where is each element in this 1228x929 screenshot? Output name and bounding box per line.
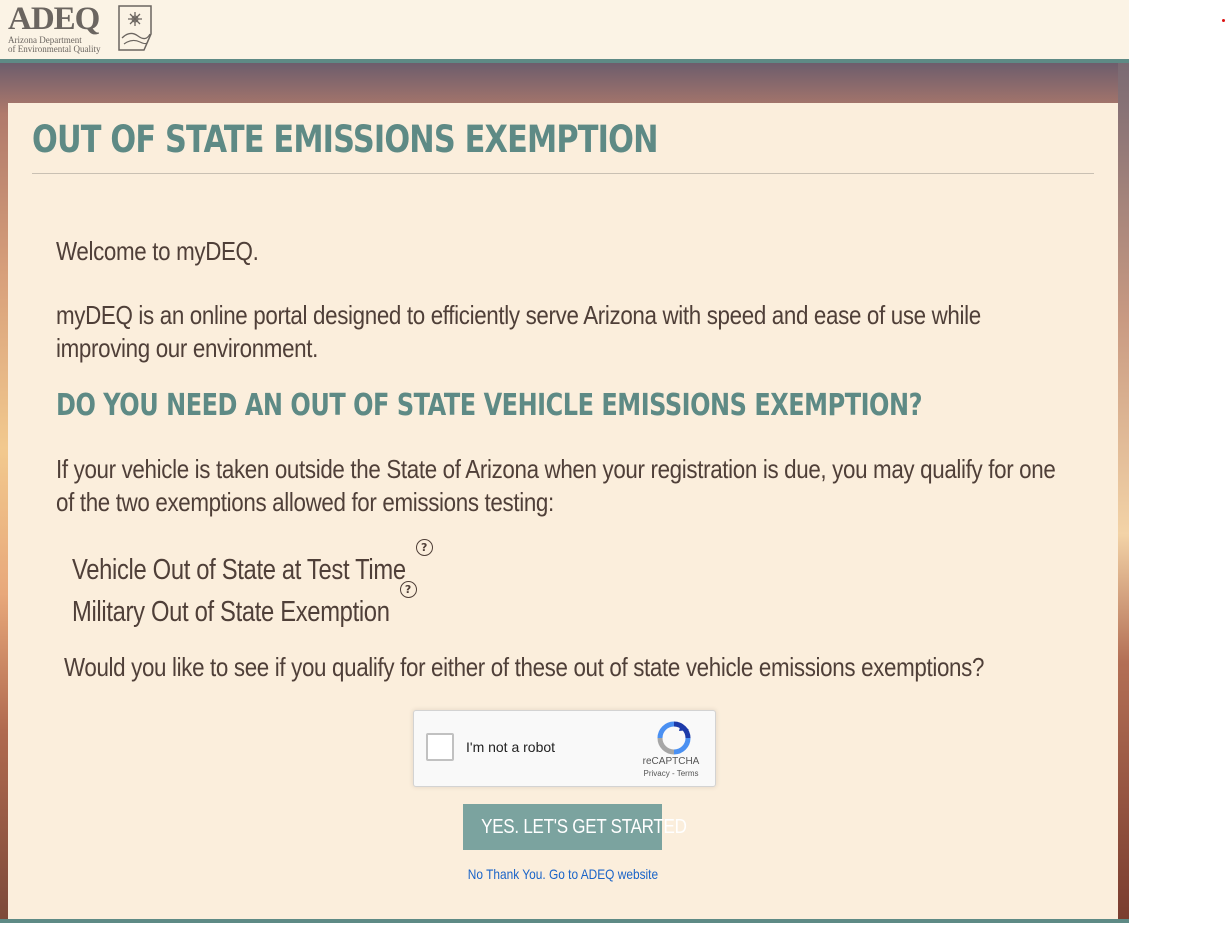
recaptcha-logo-icon — [657, 721, 691, 755]
recaptcha-widget: I'm not a robot reCAPTCHA Privacy - Term… — [413, 710, 716, 787]
logo-wordmark: ADEQ — [8, 1, 100, 37]
logo-subtitle-line2: of Environmental Quality — [8, 44, 101, 54]
decline-link-label: No Thank You. Go to ADEQ website — [467, 866, 658, 882]
recaptcha-label: I'm not a robot — [466, 739, 556, 755]
help-icon[interactable]: ? — [399, 581, 417, 598]
decline-link[interactable]: No Thank You. Go to ADEQ website — [408, 866, 717, 882]
exemption-item: Vehicle Out of State at Test Time ? — [72, 539, 479, 591]
status-dot — [1222, 19, 1225, 22]
background-scenery-edge — [1118, 63, 1129, 919]
adeq-logo[interactable]: ADEQ Arizona Department of Environmental… — [6, 1, 156, 55]
content-card: OUT OF STATE EMISSIONS EXEMPTION Welcome… — [8, 103, 1118, 919]
footer-divider — [0, 919, 1129, 923]
qualify-text: If your vehicle is taken outside the Sta… — [56, 454, 1056, 517]
title-divider — [32, 173, 1094, 174]
exemption-label: Vehicle Out of State at Test Time — [72, 553, 406, 586]
recaptcha-brand: reCAPTCHA — [642, 756, 700, 767]
get-started-button[interactable]: YES. LET'S GET STARTED — [463, 804, 687, 850]
question-text: Would you like to see if you qualify for… — [64, 652, 985, 682]
exemption-label: Military Out of State Exemption — [72, 595, 390, 628]
recaptcha-checkbox[interactable] — [426, 733, 454, 761]
page: ADEQ Arizona Department of Environmental… — [0, 0, 1228, 929]
exemption-item: Military Out of State Exemption ? — [72, 581, 479, 633]
section-heading: DO YOU NEED AN OUT OF STATE VEHICLE EMIS… — [56, 388, 923, 423]
exemption-list: Vehicle Out of State at Test Time ? Mili… — [72, 539, 479, 633]
arizona-emblem-icon — [118, 5, 152, 51]
get-started-label: YES. LET'S GET STARTED — [481, 815, 687, 838]
recaptcha-privacy-link[interactable]: Privacy — [644, 769, 670, 778]
help-icon[interactable]: ? — [415, 539, 433, 556]
welcome-text: Welcome to myDEQ. — [56, 236, 259, 266]
recaptcha-terms-link[interactable]: Terms — [677, 769, 699, 778]
recaptcha-links: Privacy - Terms — [636, 769, 706, 778]
site-header: ADEQ Arizona Department of Environmental… — [0, 0, 1129, 59]
page-title: OUT OF STATE EMISSIONS EXEMPTION — [32, 118, 659, 161]
recaptcha-link-separator: - — [671, 769, 675, 778]
intro-text: myDEQ is an online portal designed to ef… — [56, 300, 981, 363]
